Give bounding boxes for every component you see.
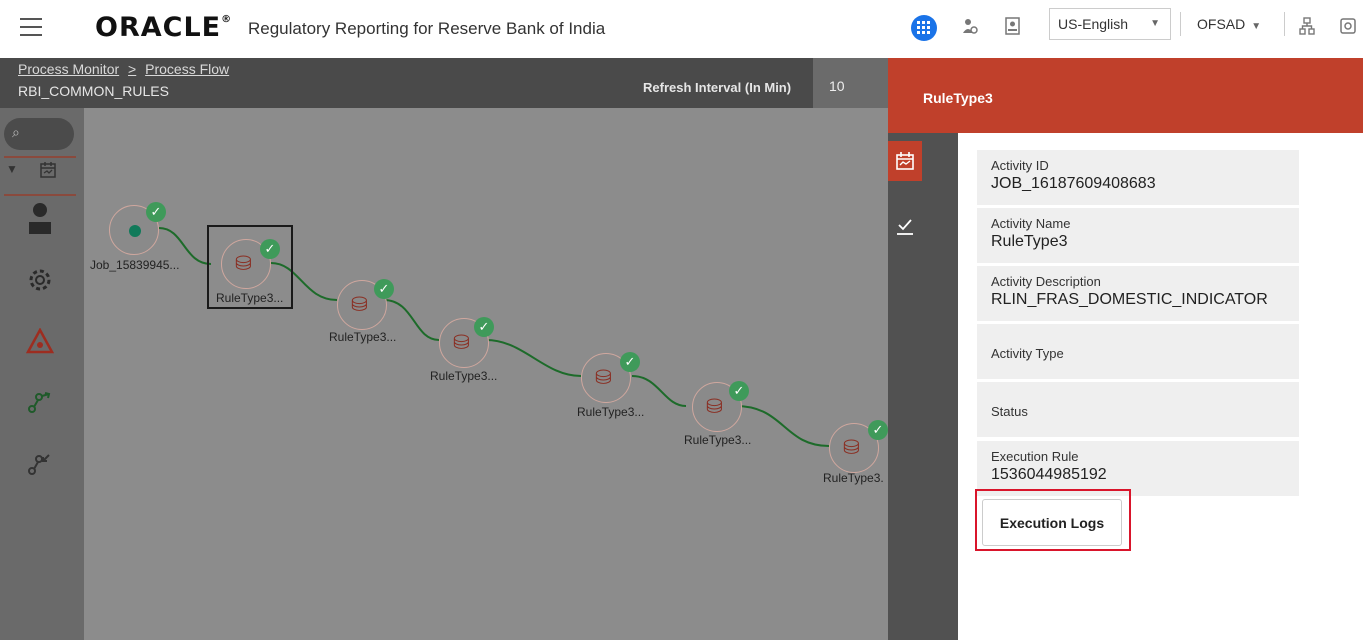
header-divider (1180, 12, 1181, 36)
oracle-logo: ORACLE® (95, 12, 233, 43)
check-icon: ✓ (260, 239, 280, 259)
check-icon: ✓ (146, 202, 166, 222)
check-icon: ✓ (868, 420, 888, 440)
flow-node-label: RuleType3. (823, 471, 884, 485)
field-value: 1536044985192 (991, 466, 1107, 483)
field-label: Activity Type (991, 346, 1064, 361)
user-icon[interactable] (20, 202, 60, 243)
calendar-icon[interactable] (28, 162, 68, 183)
database-rule-icon: ⛁ (453, 332, 470, 354)
flow-node-label: RuleType3... (430, 369, 498, 383)
settings-square-icon[interactable] (1338, 17, 1358, 37)
field-value: RuleType3 (991, 233, 1068, 250)
apps-grid-icon[interactable] (911, 15, 937, 41)
activity-id-field: Activity ID JOB_16187609408683 (977, 150, 1299, 205)
language-select[interactable]: US-English ▼ (1049, 8, 1171, 40)
hamburger-menu-icon[interactable] (20, 18, 42, 36)
app-title: Regulatory Reporting for Reserve Bank of… (248, 19, 606, 38)
field-label: Activity Description (991, 274, 1101, 289)
check-icon: ✓ (374, 279, 394, 299)
toolbar-divider (4, 194, 76, 196)
flow-node-label: RuleType3... (684, 433, 752, 447)
chevron-down-icon: ▼ (1150, 18, 1160, 29)
field-label: Status (991, 404, 1028, 419)
field-value: JOB_16187609408683 (991, 175, 1156, 192)
database-rule-icon: ⛁ (706, 396, 723, 418)
activity-details-panel: RuleType3 Activity ID JOB_16187609408683… (888, 58, 1363, 640)
breadcrumb-separator: > (128, 61, 137, 77)
check-icon: ✓ (729, 381, 749, 401)
user-menu[interactable]: OFSAD ▼ (1197, 8, 1261, 43)
breadcrumb: Process Monitor > Process Flow (18, 61, 229, 77)
search-box[interactable]: ⌕ (4, 118, 74, 150)
database-rule-icon: ⛁ (351, 294, 368, 316)
field-label: Activity ID (991, 158, 1049, 173)
database-rule-icon: ⛁ (843, 437, 860, 459)
sub-header: Process Monitor > Process Flow RBI_COMMO… (0, 58, 888, 108)
execution-rule-field: Execution Rule 1536044985192 (977, 441, 1299, 496)
flow-node-label: RuleType3... (577, 405, 645, 419)
status-field: Status (977, 382, 1299, 437)
breadcrumb-process-flow[interactable]: Process Flow (145, 61, 229, 77)
database-rule-icon: ⛁ (235, 253, 252, 275)
panel-tabs (888, 133, 958, 640)
activity-type-field: Activity Type (977, 324, 1299, 379)
toolbar-divider (4, 156, 76, 158)
execution-logs-highlight (975, 489, 1131, 551)
top-header: ORACLE® Regulatory Reporting for Reserve… (0, 0, 1363, 59)
process-flow-canvas: Process Monitor > Process Flow RBI_COMMO… (0, 58, 888, 640)
contact-card-icon[interactable] (1003, 17, 1023, 37)
flow-node-label: RuleType3... (329, 330, 397, 344)
hierarchy-icon[interactable] (1297, 17, 1317, 37)
panel-header: RuleType3 (888, 58, 1363, 133)
field-value: RLIN_FRAS_DOMESTIC_INDICATOR (991, 291, 1268, 308)
activity-name-field: Activity Name RuleType3 (977, 208, 1299, 263)
process-name: RBI_COMMON_RULES (18, 83, 169, 99)
flow-diagram: ✓ Job_15839945... ⛁ ✓ RuleType3... ⛁ ✓ R… (84, 108, 888, 640)
breadcrumb-process-monitor[interactable]: Process Monitor (18, 61, 119, 77)
expand-flow-icon[interactable] (20, 391, 60, 422)
caret-down-icon[interactable]: ▼ (2, 162, 22, 176)
check-icon: ✓ (474, 317, 494, 337)
flow-node-label: Job_15839945... (90, 258, 180, 272)
activity-description-field: Activity Description RLIN_FRAS_DOMESTIC_… (977, 266, 1299, 321)
panel-title: RuleType3 (923, 90, 993, 106)
field-label: Activity Name (991, 216, 1071, 231)
check-icon: ✓ (620, 352, 640, 372)
gear-icon[interactable] (20, 268, 60, 299)
refresh-interval-label: Refresh Interval (In Min) (643, 80, 792, 95)
warning-icon[interactable] (20, 327, 60, 361)
chevron-down-icon: ▼ (1251, 21, 1262, 32)
activity-details-icon[interactable] (888, 141, 922, 181)
database-rule-icon: ⛁ (595, 367, 612, 389)
left-toolbar: ⌕ ▼ (0, 108, 84, 640)
field-label: Execution Rule (991, 449, 1079, 464)
flow-node-label: RuleType3... (216, 291, 284, 305)
refresh-interval-select[interactable]: 10 (813, 58, 888, 108)
start-node-icon (129, 225, 141, 237)
user-admin-icon[interactable] (960, 17, 980, 37)
checklist-icon[interactable] (888, 207, 922, 247)
header-divider (1284, 12, 1285, 36)
collapse-flow-icon[interactable] (20, 453, 60, 484)
search-icon: ⌕ (12, 124, 20, 140)
